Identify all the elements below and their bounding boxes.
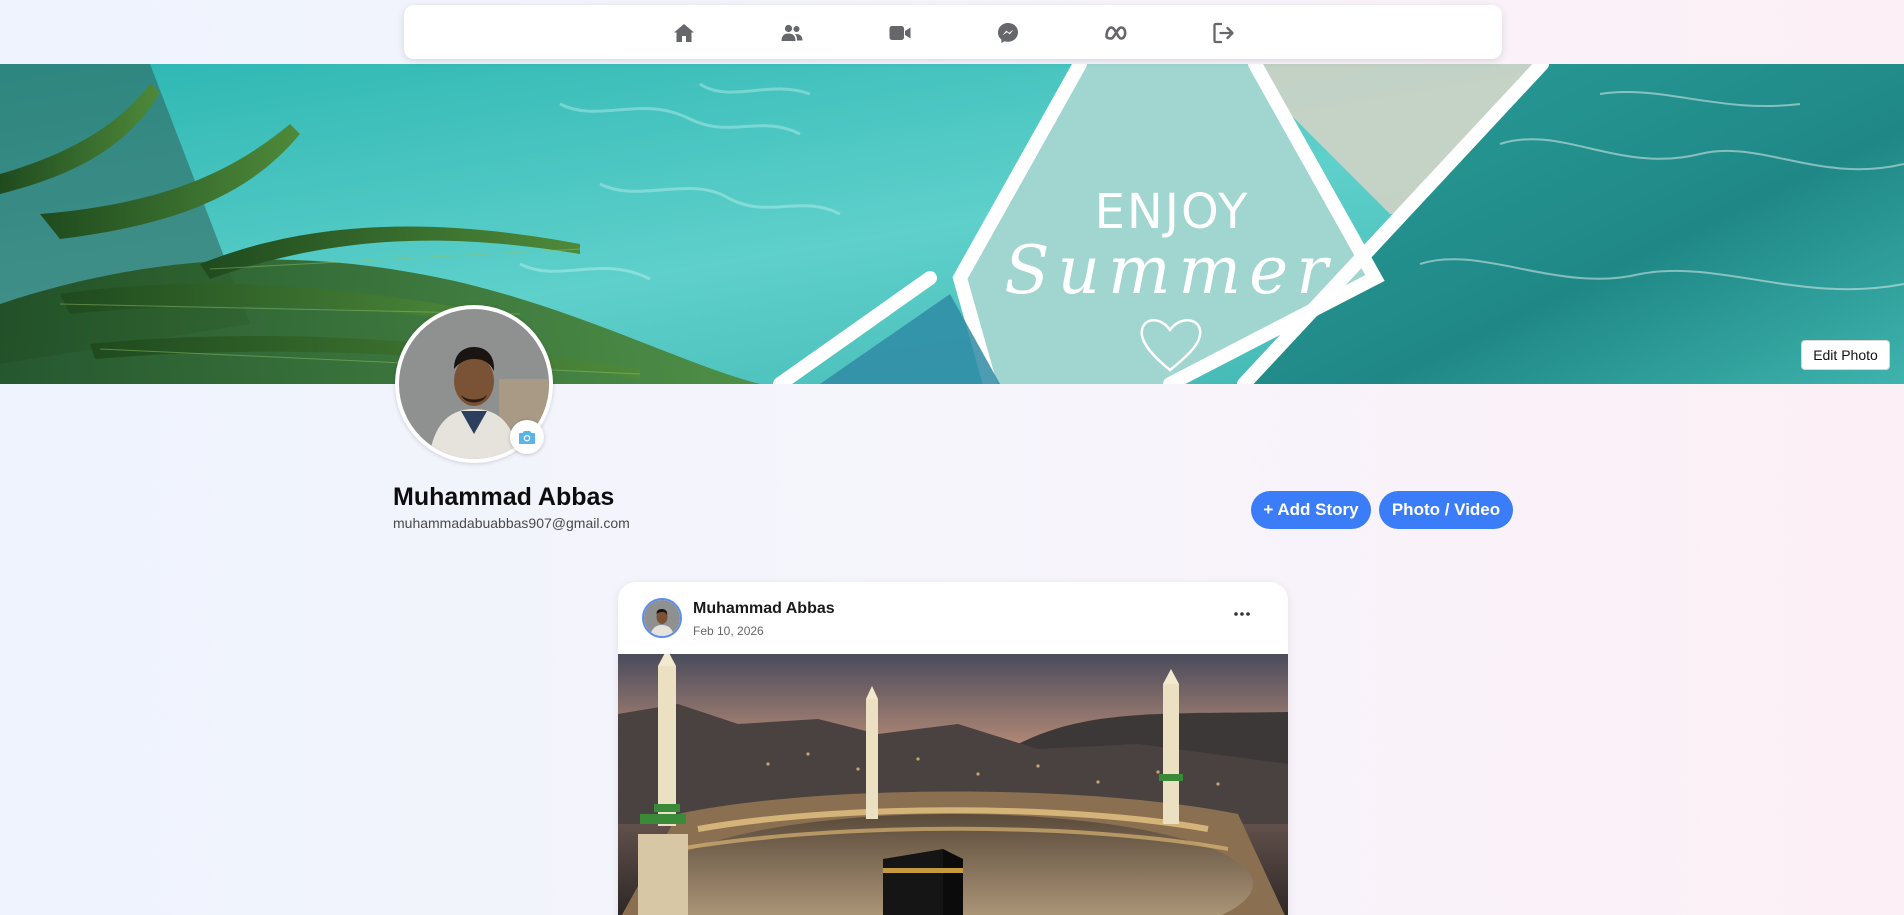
top-navigation — [404, 5, 1502, 59]
profile-name: Muhammad Abbas — [393, 483, 615, 511]
more-options-icon[interactable] — [1230, 604, 1254, 624]
cover-photo: ENJOY Summer — [0, 64, 1904, 384]
camera-icon[interactable] — [510, 420, 544, 454]
post-image[interactable] — [618, 654, 1288, 915]
profile-email: muhammadabuabbas907@gmail.com — [393, 515, 630, 531]
post-date: Feb 10, 2026 — [693, 624, 764, 638]
messenger-icon[interactable] — [994, 19, 1022, 47]
photo-video-button[interactable]: Photo / Video — [1379, 491, 1513, 529]
add-story-button[interactable]: + Add Story — [1251, 491, 1371, 529]
edit-photo-button[interactable]: Edit Photo — [1801, 340, 1890, 370]
cover-image — [0, 64, 1904, 384]
post-author-name[interactable]: Muhammad Abbas — [693, 600, 835, 618]
home-icon[interactable] — [670, 19, 698, 47]
meta-icon[interactable] — [1102, 19, 1130, 47]
post-photo — [618, 654, 1288, 915]
friends-icon[interactable] — [778, 19, 806, 47]
post-card: Muhammad Abbas Feb 10, 2026 — [618, 582, 1288, 915]
post-author-avatar[interactable] — [642, 598, 682, 638]
video-icon[interactable] — [886, 19, 914, 47]
cover-summer-text: Summer — [1004, 232, 1336, 309]
logout-icon[interactable] — [1210, 19, 1238, 47]
